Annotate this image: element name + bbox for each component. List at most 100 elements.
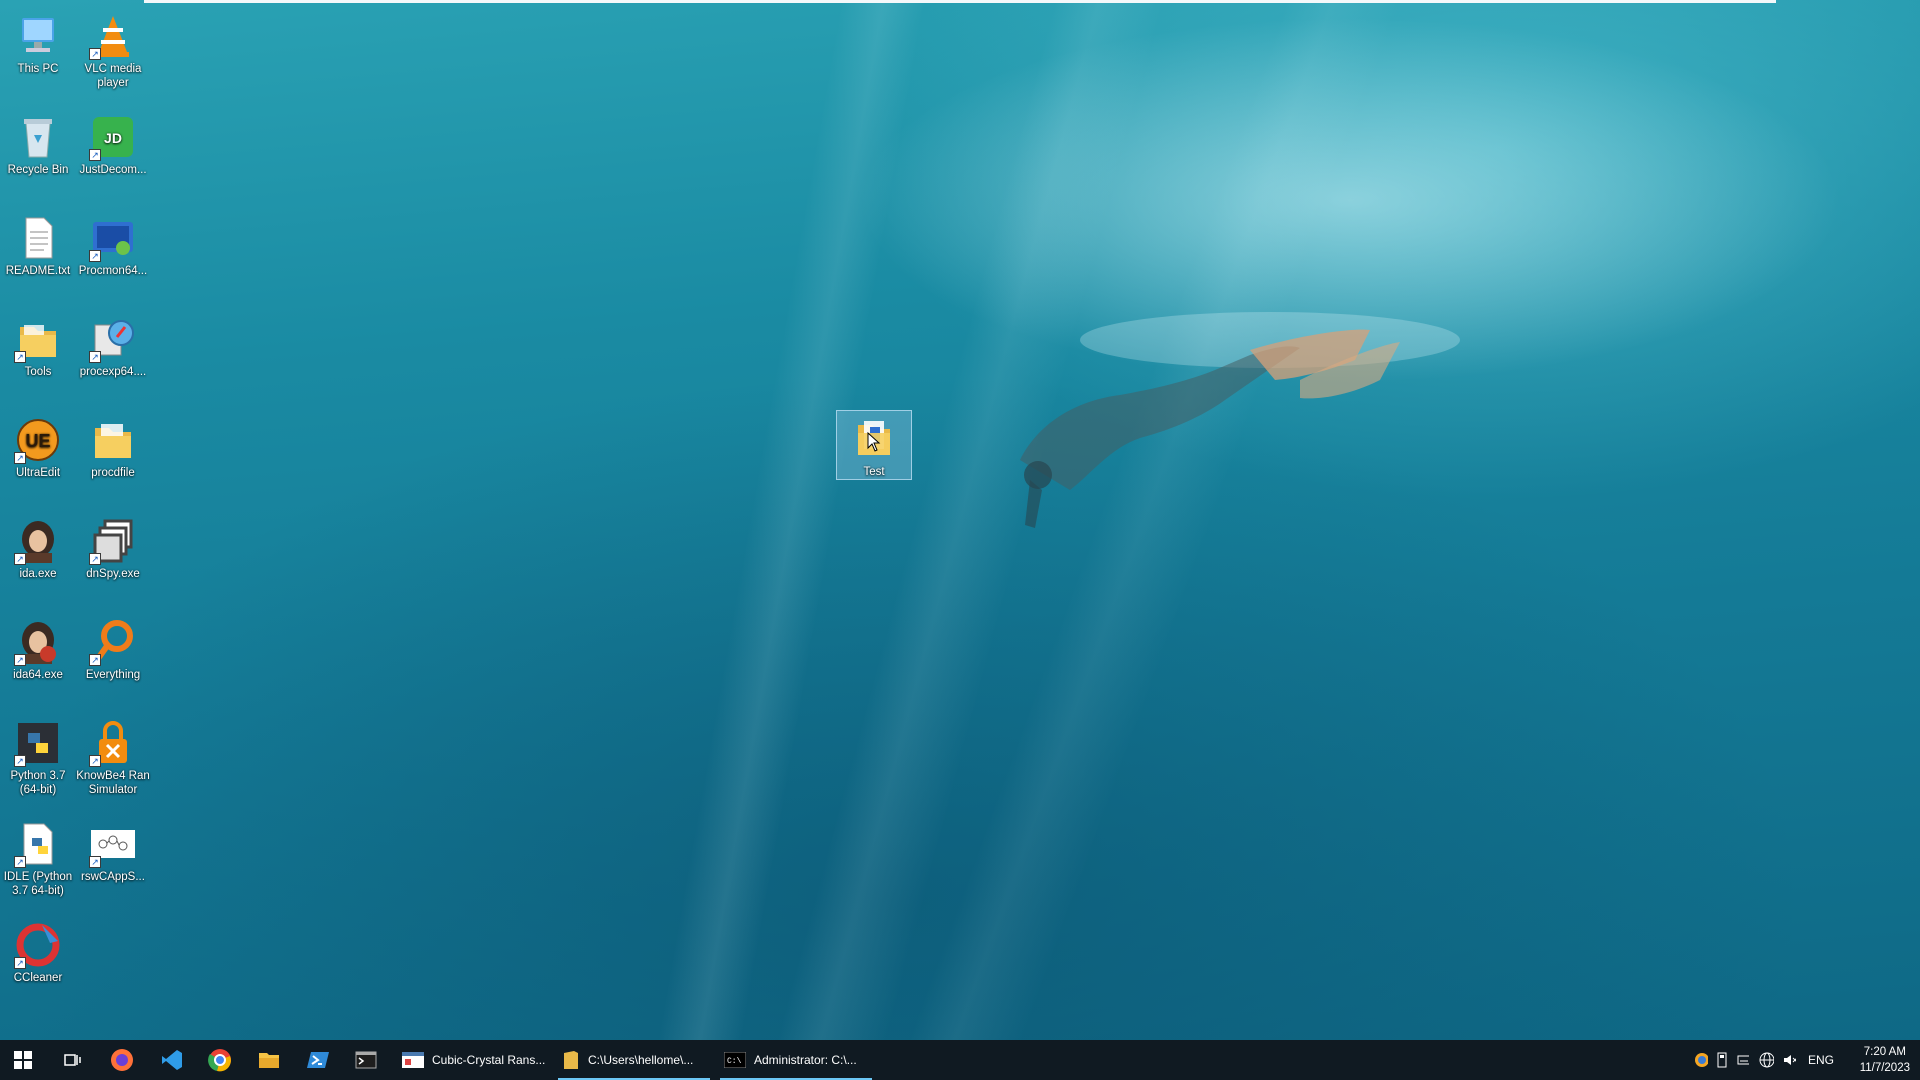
desktop-icon-procmon[interactable]: ↗ Procmon64...	[75, 210, 151, 278]
procmon-icon: ↗	[89, 214, 137, 262]
shortcut-arrow-icon: ↗	[14, 957, 26, 969]
desktop-icon-tools[interactable]: ↗ Tools	[0, 311, 76, 379]
taskbar-app-label: Cubic-Crystal Rans...	[432, 1053, 546, 1067]
desktop-icon-ida[interactable]: ↗ ida.exe	[0, 513, 76, 581]
dnspy-icon: ↗	[89, 517, 137, 565]
desktop-icon-procexp[interactable]: ↗ procexp64....	[75, 311, 151, 379]
ida-icon: ↗	[14, 517, 62, 565]
justdecompile-icon: JD ↗	[89, 113, 137, 161]
shortcut-arrow-icon: ↗	[89, 250, 101, 262]
volume-muted-icon[interactable]	[1782, 1052, 1796, 1068]
desktop-icon-ccleaner[interactable]: ↗ CCleaner	[0, 917, 76, 985]
desktop-icon-vlc[interactable]: ↗ VLC media player	[75, 8, 151, 90]
desktop-icon-label: This PC	[17, 63, 59, 75]
desktop-icon-label: Everything	[85, 669, 141, 681]
desktop-icon-label: CCleaner	[13, 972, 63, 984]
cmd-icon: C:\	[724, 1052, 746, 1068]
text-file-icon	[14, 214, 62, 262]
taskbar-app-file-explorer-window[interactable]: C:\Users\hellome\...	[558, 1040, 710, 1080]
desktop-icon-label: Python 3.7 (64-bit)	[10, 770, 66, 796]
taskbar-app-label: C:\Users\hellome\...	[588, 1053, 694, 1067]
vlc-icon: ↗	[89, 12, 137, 60]
clock[interactable]: 7:20 AM 11/7/2023	[1860, 1044, 1910, 1076]
desktop-icon-label: rswCAppS...	[81, 871, 145, 883]
taskbar-file-explorer[interactable]	[247, 1040, 291, 1080]
desktop-icon-python[interactable]: ↗ Python 3.7 (64-bit)	[0, 715, 76, 797]
desktop-icon-idle[interactable]: ↗ IDLE (Python 3.7 64-bit)	[0, 816, 76, 898]
shortcut-arrow-icon: ↗	[89, 856, 101, 868]
file-explorer-icon	[259, 1053, 279, 1068]
keyboard-icon[interactable]	[1737, 1054, 1750, 1066]
taskbar-terminal[interactable]	[344, 1040, 388, 1080]
desktop-icon-ultraedit[interactable]: UE ↗ UltraEdit	[0, 412, 76, 480]
start-icon	[14, 1051, 32, 1069]
folder-icon	[89, 416, 137, 464]
desktop-icon-justdecompile[interactable]: JD ↗ JustDecom...	[75, 109, 151, 177]
desktop-icon-readme[interactable]: README.txt	[0, 210, 76, 278]
shortcut-arrow-icon: ↗	[89, 149, 101, 161]
desktop-icon-label: dnSpy.exe	[86, 568, 140, 580]
this-pc-icon	[14, 12, 62, 60]
window-edge-line	[144, 0, 1776, 3]
wallpaper-diver	[1020, 312, 1460, 528]
knowbe4-icon: ↗	[89, 719, 137, 767]
desktop-icon-label: Recycle Bin	[7, 164, 69, 176]
wallpaper-light-rays	[0, 0, 1920, 1040]
desktop-icon-label: JustDecom...	[79, 164, 147, 176]
desktop-icon-label: KnowBe4 Ran Simulator	[76, 770, 150, 796]
desktop-icon-label: VLC media player	[84, 63, 142, 89]
rswcapps-icon: ↗	[89, 820, 137, 868]
usb-device-icon[interactable]	[1716, 1052, 1727, 1068]
ida64-icon: ↗	[14, 618, 62, 666]
shortcut-arrow-icon: ↗	[89, 755, 101, 767]
taskbar: Cubic-Crystal Rans... C:\Users\hellome\.…	[0, 1040, 1920, 1080]
network-globe-icon[interactable]	[1759, 1052, 1774, 1068]
everything-icon: ↗	[89, 618, 137, 666]
start-button[interactable]	[0, 1040, 46, 1080]
shortcut-arrow-icon: ↗	[14, 654, 26, 666]
taskbar-powershell[interactable]	[296, 1040, 340, 1080]
idle-icon: ↗	[14, 820, 62, 868]
app-window-icon	[402, 1052, 424, 1068]
clock-time: 7:20 AM	[1863, 1046, 1906, 1058]
shortcut-arrow-icon: ↗	[89, 553, 101, 565]
svg-text:UE: UE	[25, 431, 50, 451]
language-indicator[interactable]: ENG	[1808, 1053, 1834, 1067]
desktop-icon-rswcapps[interactable]: ↗ rswCAppS...	[75, 816, 151, 884]
shortcut-arrow-icon: ↗	[14, 553, 26, 565]
taskbar-app-admin-cmd[interactable]: C:\ Administrator: C:\...	[720, 1040, 872, 1080]
desktop-icon-label: ida64.exe	[13, 669, 63, 681]
recycle-bin-icon	[14, 113, 62, 161]
procexp-icon: ↗	[89, 315, 137, 363]
desktop-icon-label: ida.exe	[19, 568, 57, 580]
chrome-icon	[208, 1049, 231, 1072]
powershell-icon	[307, 1052, 329, 1068]
shortcut-arrow-icon: ↗	[89, 654, 101, 666]
desktop-icon-ida64[interactable]: ↗ ida64.exe	[0, 614, 76, 682]
desktop-icon-label: procexp64....	[79, 366, 147, 378]
mouse-cursor-icon	[867, 432, 881, 452]
desktop-icon-knowbe4[interactable]: ↗ KnowBe4 Ran Simulator	[75, 715, 151, 797]
update-shield-icon[interactable]	[1694, 1052, 1709, 1068]
taskbar-vscode[interactable]	[150, 1040, 194, 1080]
task-view-button[interactable]	[50, 1040, 94, 1080]
desktop-icon-label: Test	[863, 466, 885, 478]
taskbar-app-cubic-crystal[interactable]: Cubic-Crystal Rans...	[398, 1040, 558, 1080]
taskbar-chrome[interactable]	[198, 1040, 242, 1080]
firefox-icon	[111, 1049, 133, 1071]
python-icon: ↗	[14, 719, 62, 767]
desktop-icon-label: UltraEdit	[15, 467, 61, 479]
taskbar-firefox[interactable]	[100, 1040, 144, 1080]
desktop-icon-label: procdfile	[91, 467, 135, 479]
terminal-icon	[355, 1051, 377, 1069]
folder-icon	[564, 1051, 578, 1069]
desktop-icon-this-pc[interactable]: This PC	[0, 8, 76, 76]
task-view-icon	[64, 1054, 81, 1066]
shortcut-arrow-icon: ↗	[14, 755, 26, 767]
desktop-icon-dnspy[interactable]: ↗ dnSpy.exe	[75, 513, 151, 581]
desktop-icon-procdfile[interactable]: procdfile	[75, 412, 151, 480]
vscode-icon	[162, 1050, 182, 1070]
desktop-icon-recycle-bin[interactable]: Recycle Bin	[0, 109, 76, 177]
desktop-icon-label: README.txt	[5, 265, 71, 277]
desktop-icon-everything[interactable]: ↗ Everything	[75, 614, 151, 682]
